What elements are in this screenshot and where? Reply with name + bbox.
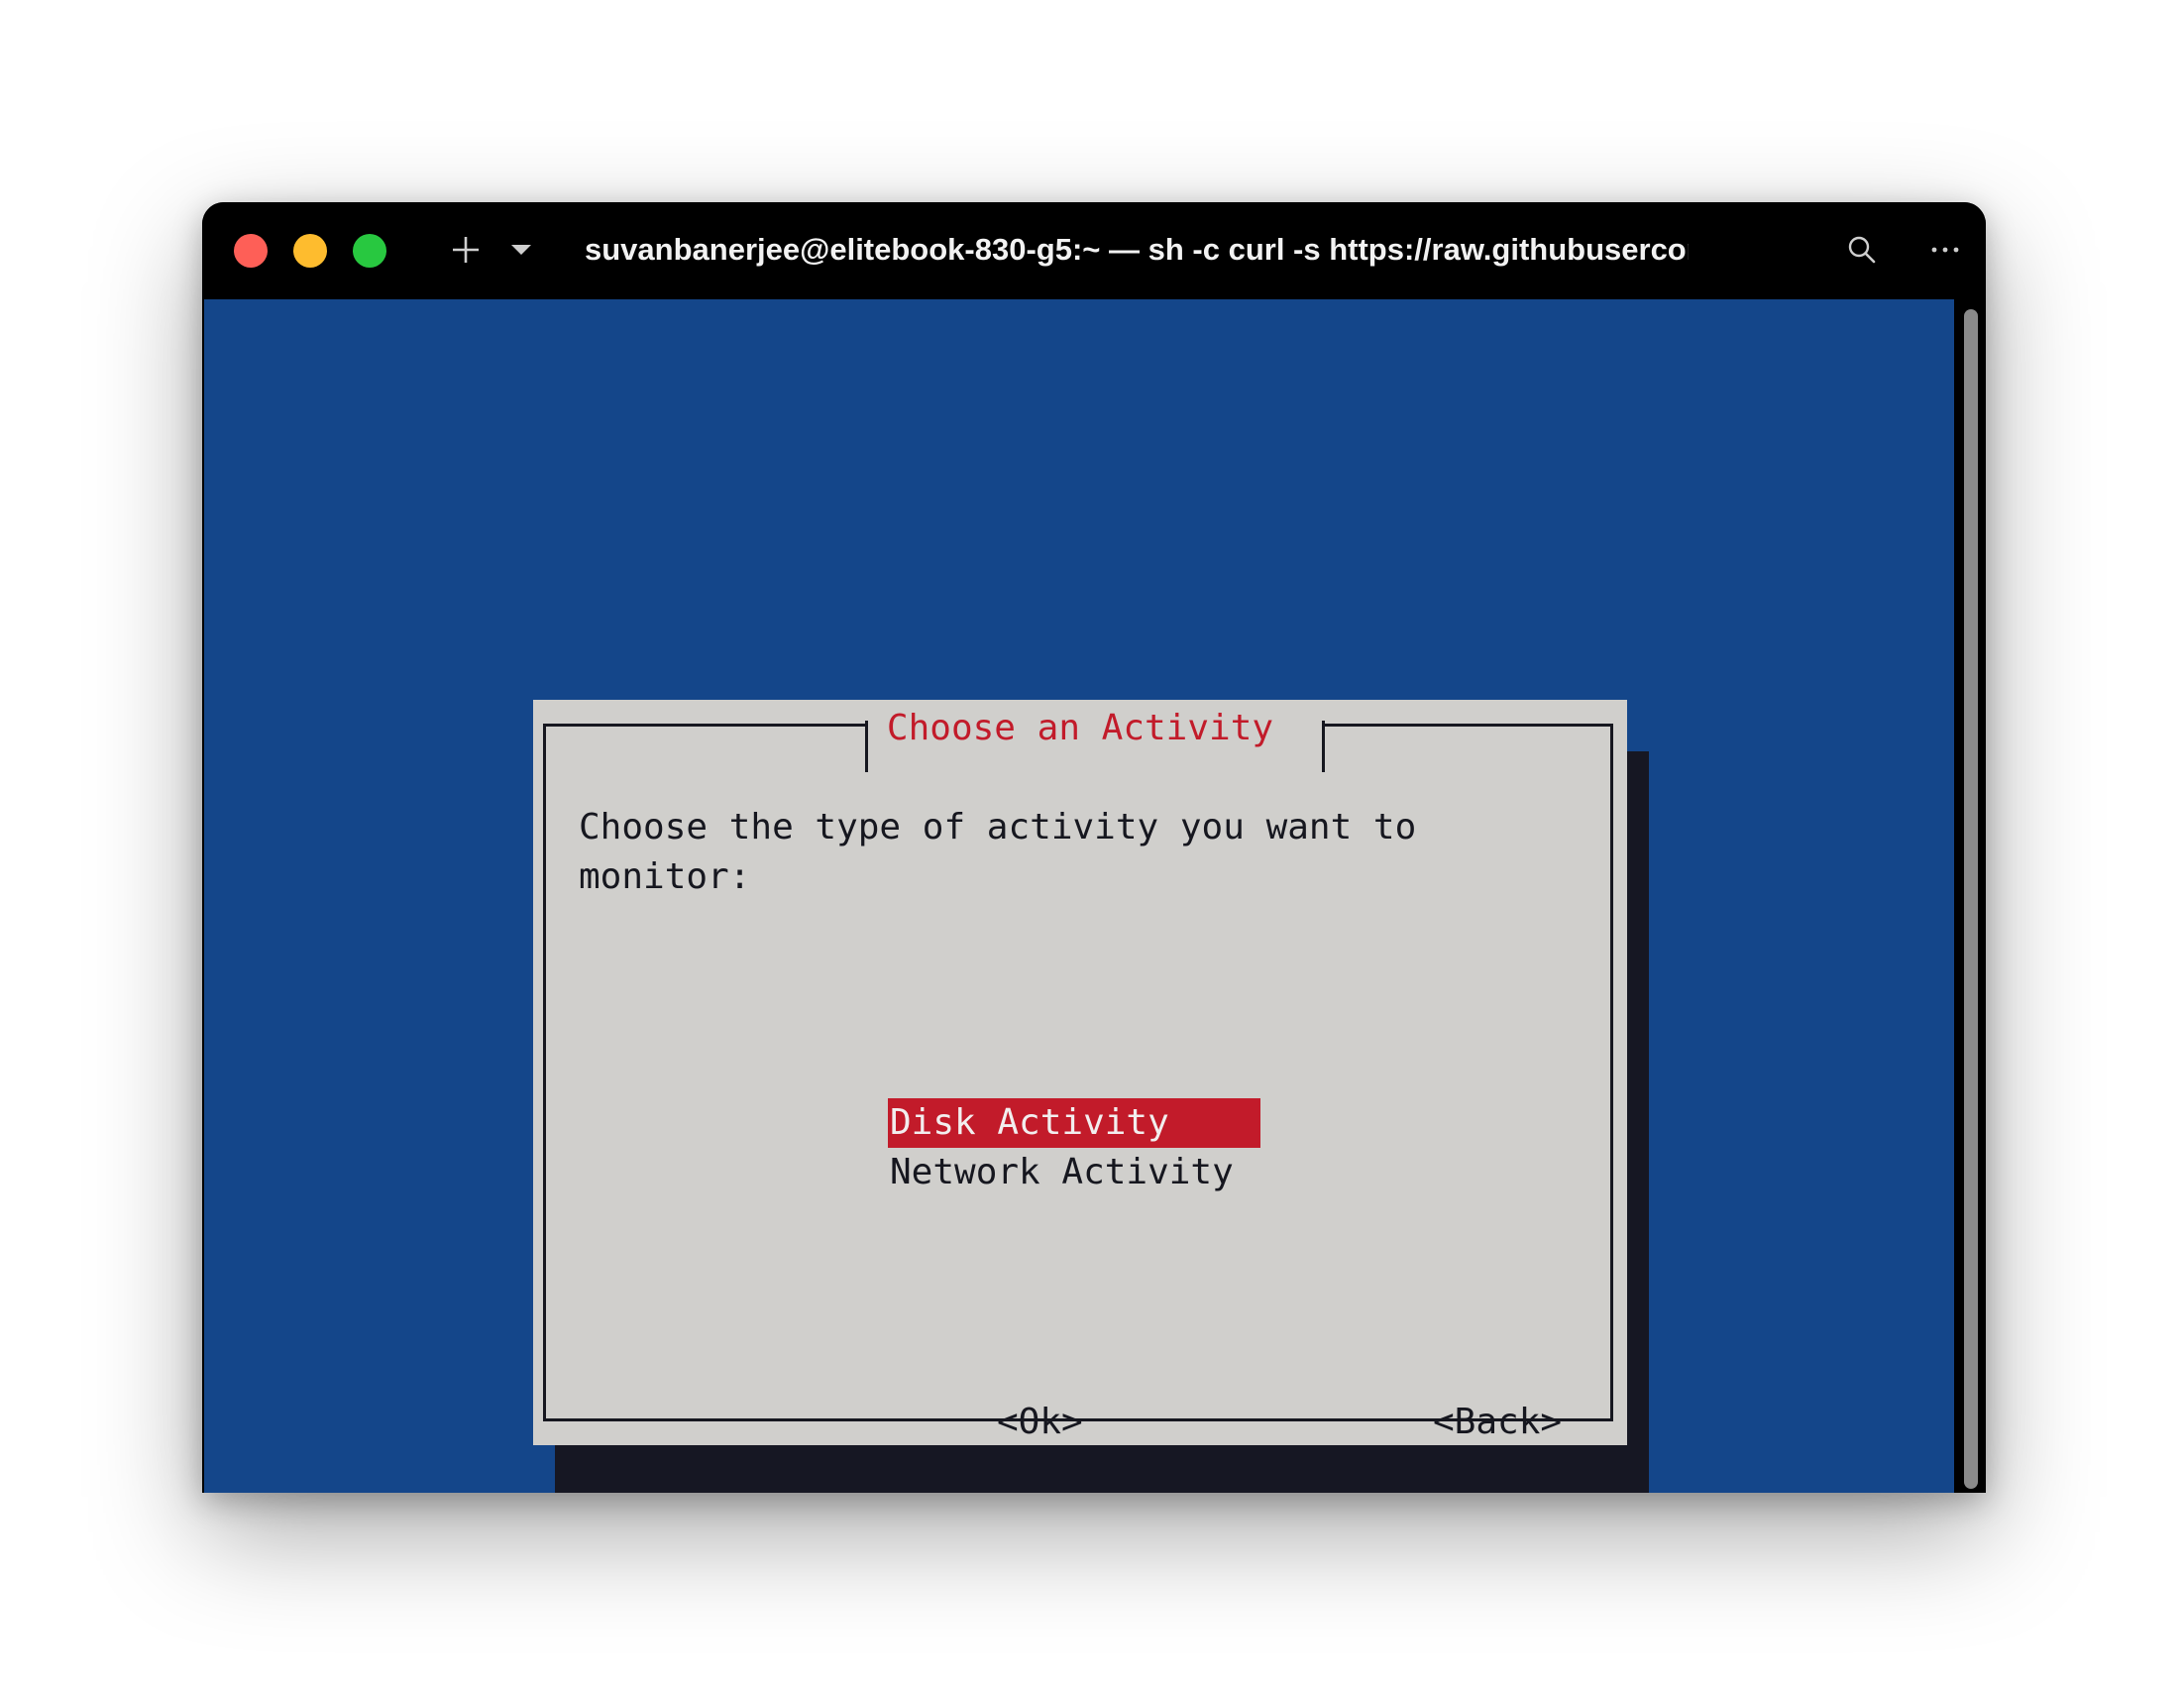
menu-item-network-activity[interactable]: Network Activity [888,1148,1236,1197]
terminal-area[interactable]: Choose an Activity Choose the type of ac… [204,299,1954,1493]
maximize-icon[interactable] [353,234,386,268]
search-button[interactable] [1839,224,1885,276]
search-icon [1848,236,1876,264]
more-icon [1931,247,1959,253]
activity-dialog: Choose an Activity Choose the type of ac… [533,700,1627,1445]
title-bar: suvanbanerjee@elitebook-830-g5:~ — sh -c… [202,202,1986,297]
dialog-title: Choose an Activity [886,708,1274,748]
window-title-container: suvanbanerjee@elitebook-830-g5:~ — sh -c… [585,202,1689,297]
ok-button[interactable]: <Ok> [997,1398,1083,1447]
new-tab-button[interactable] [442,224,490,276]
window-title: suvanbanerjee@elitebook-830-g5:~ — sh -c… [585,232,1689,267]
more-button[interactable] [1922,224,1968,276]
close-icon[interactable] [234,234,268,268]
minimize-icon[interactable] [293,234,327,268]
tab-menu-button[interactable] [501,224,541,276]
plus-icon [453,237,479,263]
menu-item-disk-activity[interactable]: Disk Activity [888,1098,1260,1148]
terminal-window: suvanbanerjee@elitebook-830-g5:~ — sh -c… [202,202,1986,1493]
chevron-down-icon [511,245,531,255]
dialog-prompt: Choose the type of activity you want to … [579,807,1417,897]
scrollbar-thumb[interactable] [1964,309,1978,1489]
scrollbar[interactable] [1954,299,1986,1493]
back-button[interactable]: <Back> [1433,1398,1562,1447]
